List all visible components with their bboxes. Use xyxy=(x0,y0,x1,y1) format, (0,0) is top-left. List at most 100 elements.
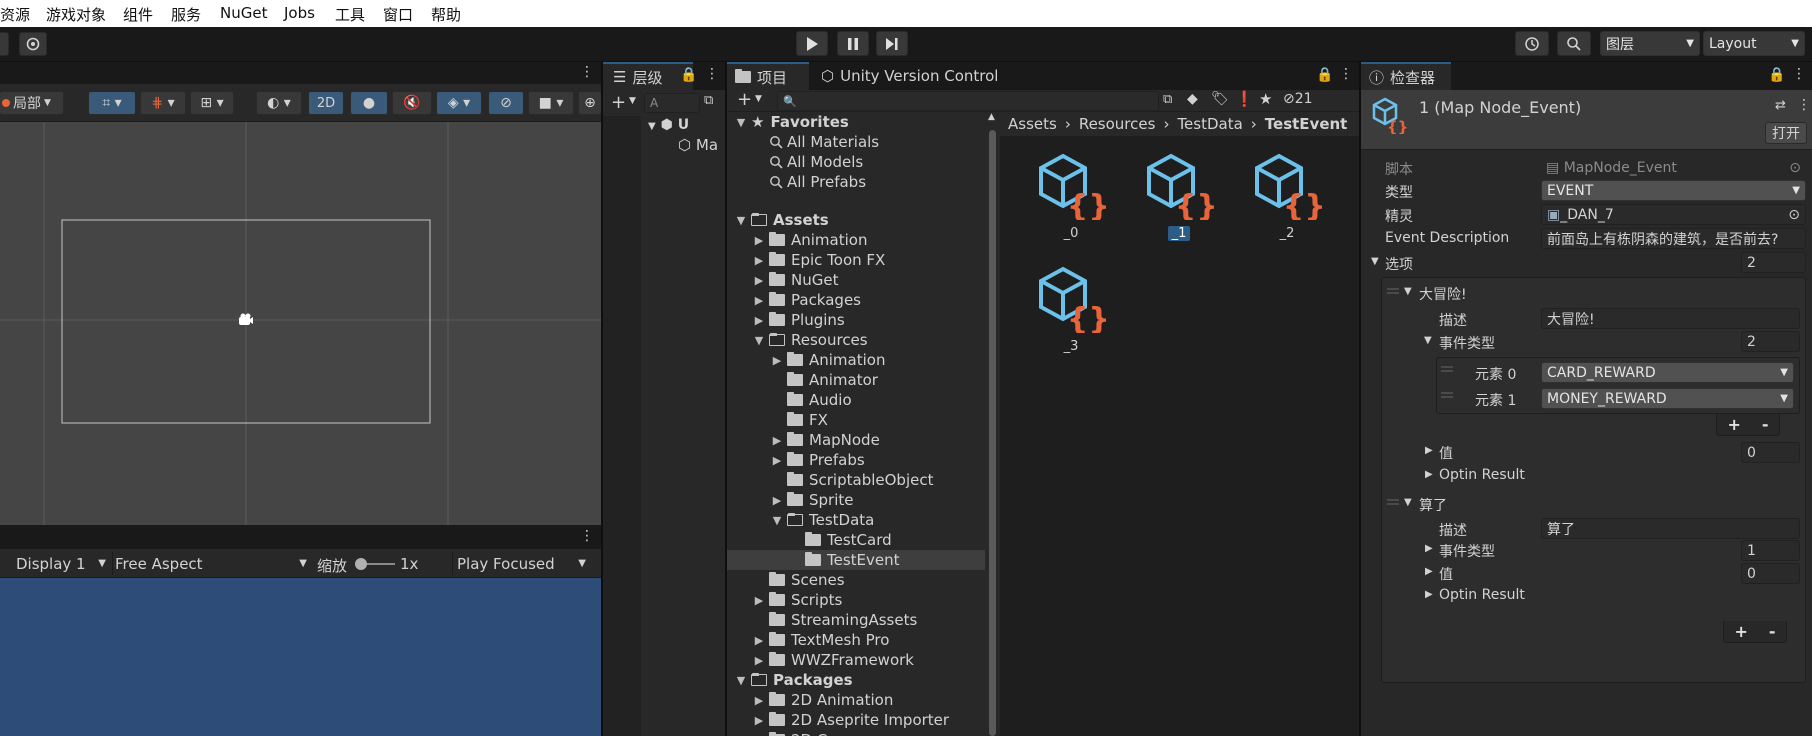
menu-jobs[interactable]: Jobs xyxy=(284,4,315,22)
label-filter-icon[interactable]: 🏷 xyxy=(1211,91,1229,107)
expand-icon[interactable]: ▶ xyxy=(771,454,783,467)
expand-icon[interactable]: ▼ xyxy=(1424,335,1432,346)
more-icon[interactable]: ⋮ xyxy=(1797,97,1811,113)
tab-project[interactable]: 项目 xyxy=(727,62,809,90)
tree-item[interactable]: StreamingAssets xyxy=(727,610,985,630)
breadcrumb-resources[interactable]: Resources xyxy=(1079,115,1156,133)
asset-item[interactable]: {} _0 xyxy=(1026,152,1116,241)
pivot-rotation-dropdown[interactable]: 局部 ▼ xyxy=(0,91,64,115)
breadcrumb-testevent[interactable]: TestEvent xyxy=(1265,115,1348,133)
chevron-down-icon[interactable]: ▼ xyxy=(755,94,762,104)
breadcrumb-assets[interactable]: Assets xyxy=(1008,115,1057,133)
option1-value-size[interactable]: 0 xyxy=(1741,563,1800,584)
expand-icon[interactable]: ▶ xyxy=(1425,589,1433,600)
collapse-icon[interactable]: ▼ xyxy=(735,674,747,687)
menu-window[interactable]: 窗口 xyxy=(383,4,413,25)
menu-assets[interactable]: 资源 xyxy=(0,4,30,25)
option0-event-types-size[interactable]: 2 xyxy=(1741,331,1800,352)
tree-item[interactable]: ▶ Plugins xyxy=(727,310,985,330)
hidden-packages-toggle[interactable]: ⊘21 xyxy=(1283,91,1313,107)
expand-icon[interactable]: ▶ xyxy=(1425,543,1433,554)
menu-nuget[interactable]: NuGet xyxy=(220,4,267,22)
display-dropdown[interactable]: Display 1 ▼ xyxy=(16,552,108,575)
star-icon[interactable]: ★ xyxy=(1259,90,1272,108)
expand-icon[interactable]: ▶ xyxy=(1425,469,1433,480)
sprite-field[interactable]: ▣_DAN_7 ⊙ xyxy=(1541,204,1806,225)
drag-handle-icon[interactable] xyxy=(1387,499,1399,505)
effects-toggle[interactable]: ◈ ▾ xyxy=(436,91,482,115)
scene-viewport[interactable] xyxy=(0,122,601,525)
grid-visibility-button[interactable]: ⋕ ▾ xyxy=(140,91,186,115)
filter-icon[interactable]: ⧉ xyxy=(704,93,713,108)
play-button[interactable] xyxy=(796,31,828,56)
cloud-settings-button[interactable] xyxy=(19,32,47,56)
option0-desc-input[interactable]: 大冒险! xyxy=(1541,308,1800,329)
grid-snap-button[interactable]: ⌗ ▾ xyxy=(88,91,136,115)
hierarchy-search-input[interactable]: A xyxy=(644,93,700,113)
option1-event-types-size[interactable]: 1 xyxy=(1741,540,1800,561)
expand-icon[interactable]: ▶ xyxy=(753,294,765,307)
mode-2d-button[interactable]: 2D xyxy=(308,91,344,115)
tree-item[interactable]: Scenes xyxy=(727,570,985,590)
option0-value-size[interactable]: 0 xyxy=(1741,442,1800,463)
expand-icon[interactable]: ▶ xyxy=(753,234,765,247)
collapse-icon[interactable]: ▼ xyxy=(735,214,747,227)
tree-item[interactable]: All Materials xyxy=(727,132,985,152)
more-icon[interactable]: ⋮ xyxy=(1339,66,1353,82)
options-size-input[interactable]: 2 xyxy=(1741,252,1806,273)
expand-icon[interactable]: ▶ xyxy=(771,494,783,507)
expand-icon[interactable]: ▼ xyxy=(1371,256,1379,267)
add-icon[interactable]: + xyxy=(611,92,626,113)
expand-icon[interactable]: ▶ xyxy=(1425,566,1433,577)
layout-dropdown[interactable]: Layout ▼ xyxy=(1703,31,1805,56)
preset-icon[interactable]: ⇄ xyxy=(1775,98,1786,113)
tree-item[interactable]: ▶ MapNode xyxy=(727,430,985,450)
expand-icon[interactable]: ▶ xyxy=(753,634,765,647)
collapse-icon[interactable]: ▼ xyxy=(753,334,765,347)
history-button[interactable] xyxy=(1515,31,1549,56)
open-button[interactable]: 打开 xyxy=(1765,122,1807,144)
increment-snap-button[interactable]: ⊞ ▾ xyxy=(190,91,234,115)
pause-button[interactable] xyxy=(837,31,869,56)
tree-item[interactable]: ▶ Animation xyxy=(727,350,985,370)
tab-inspector[interactable]: ⓘ 检查器 xyxy=(1361,62,1451,90)
menu-help[interactable]: 帮助 xyxy=(431,4,461,25)
add-option-button[interactable]: + xyxy=(1734,622,1747,641)
lighting-toggle[interactable]: ● xyxy=(350,91,388,115)
tree-item[interactable]: ▶ TextMesh Pro xyxy=(727,630,985,650)
more-icon[interactable]: ⋮ xyxy=(580,64,594,80)
expand-icon[interactable]: ▼ xyxy=(1404,286,1412,297)
element0-dropdown[interactable]: CARD_REWARD ▼ xyxy=(1541,362,1794,383)
expand-icon[interactable]: ▶ xyxy=(753,594,765,607)
camera-button[interactable]: ■ ▾ xyxy=(528,91,574,115)
audio-toggle[interactable]: 🔇 xyxy=(392,91,432,115)
menu-component[interactable]: 组件 xyxy=(123,4,153,25)
type-dropdown[interactable]: EVENT ▼ xyxy=(1541,180,1806,201)
remove-element-button[interactable]: - xyxy=(1762,415,1769,434)
menu-gameobject[interactable]: 游戏对象 xyxy=(46,4,106,25)
play-mode-dropdown[interactable]: Play Focused ▼ xyxy=(452,552,586,575)
remove-option-button[interactable]: - xyxy=(1769,622,1776,641)
search-button[interactable] xyxy=(1557,31,1591,56)
scroll-up-icon[interactable]: ▲ xyxy=(988,112,995,122)
tree-item[interactable]: ▼ Resources xyxy=(727,330,985,350)
tree-item[interactable]: ▶ WWZFramework xyxy=(727,650,985,670)
lock-icon[interactable]: 🔒 xyxy=(1316,67,1333,83)
scene-visibility-toggle[interactable]: ⊘ xyxy=(488,91,524,115)
layers-dropdown[interactable]: 图层 ▼ xyxy=(1600,31,1700,56)
tree-item[interactable]: TestEvent xyxy=(727,550,985,570)
expand-icon[interactable]: ▶ xyxy=(1425,445,1433,456)
chevron-down-icon[interactable]: ▼ xyxy=(629,96,636,106)
tree-item[interactable]: ▶ Epic Toon FX xyxy=(727,250,985,270)
expand-icon[interactable]: ▶ xyxy=(753,654,765,667)
target-icon[interactable]: ⊙ xyxy=(1788,207,1800,223)
tree-item[interactable]: Audio xyxy=(727,390,985,410)
tree-scrollbar[interactable]: ▲ xyxy=(985,112,1000,736)
tree-item[interactable]: ▶ Sprite xyxy=(727,490,985,510)
scrollbar-thumb[interactable] xyxy=(989,130,996,736)
aspect-dropdown[interactable]: Free Aspect ▼ xyxy=(112,552,307,575)
tab-version-control[interactable]: ⬡ Unity Version Control xyxy=(813,62,1006,90)
tree-item[interactable]: TestCard xyxy=(727,530,985,550)
game-viewport[interactable] xyxy=(0,578,601,736)
tree-item[interactable]: ▼ Packages xyxy=(727,670,985,690)
